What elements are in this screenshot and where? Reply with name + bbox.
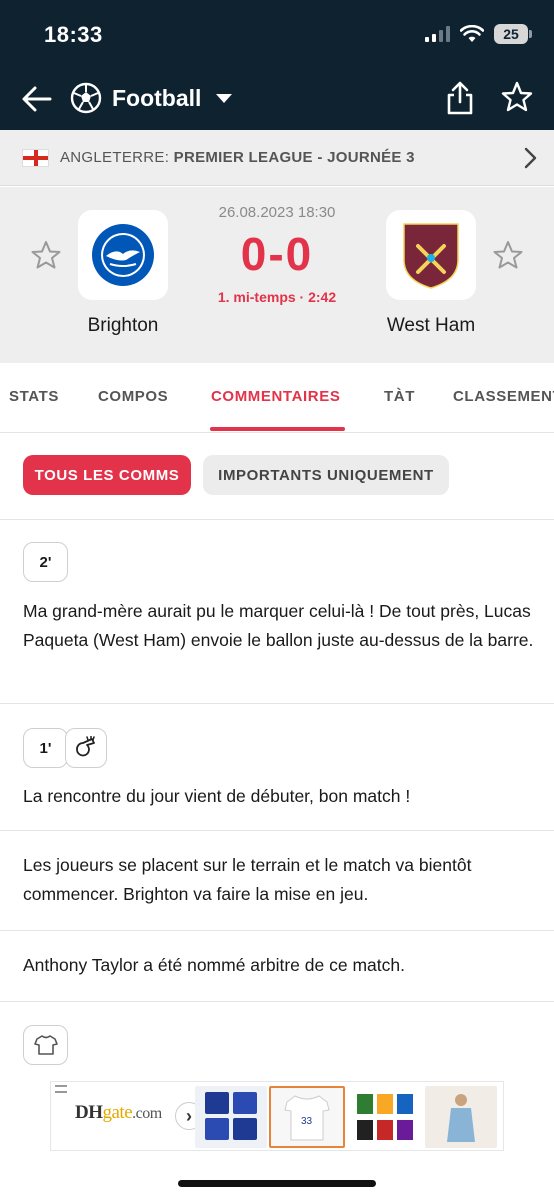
jersey-lineup-icon (23, 1025, 68, 1065)
cellular-signal-icon (425, 26, 450, 42)
share-icon[interactable] (444, 80, 476, 116)
comment-item: Les joueurs se placent sur le terrain et… (0, 831, 554, 931)
ad-brand-logo[interactable]: DHgate.com (75, 1102, 162, 1124)
tab-tat[interactable]: TÀT (384, 388, 415, 405)
match-header: Brighton 26.08.2023 18:30 0-0 1. mi-temp… (0, 187, 554, 363)
away-team-name[interactable]: West Ham (361, 315, 501, 337)
tab-compos[interactable]: COMPOS (98, 388, 168, 405)
chevron-right-icon[interactable] (520, 146, 540, 170)
comment-item: 2' Ma grand-mère aurait pu le marquer ce… (0, 520, 554, 704)
favorite-star-icon[interactable] (500, 80, 534, 114)
back-arrow-icon[interactable] (20, 82, 54, 116)
ad-banner[interactable]: DHgate.com › 33 (50, 1081, 504, 1151)
comment-text: Ma grand-mère aurait pu le marquer celui… (23, 601, 534, 650)
league-label: ANGLETERRE: PREMIER LEAGUE - JOURNÉE 3 (60, 149, 415, 166)
comment-minute: 2' (23, 542, 68, 582)
soccer-ball-icon[interactable] (70, 82, 102, 114)
home-indicator (178, 1180, 376, 1187)
comment-text: La rencontre du jour vient de débuter, b… (23, 786, 411, 806)
active-tab-indicator (210, 427, 345, 431)
filter-all-comments-button[interactable]: TOUS LES COMMS (23, 455, 191, 495)
comment-item (0, 1002, 554, 1082)
sport-selector-title[interactable]: Football (112, 85, 201, 112)
ad-product-thumbnail[interactable] (195, 1086, 267, 1148)
away-team-logo[interactable] (386, 210, 476, 300)
tab-classement[interactable]: CLASSEMENT (453, 388, 554, 405)
ad-product-thumbnail[interactable] (425, 1086, 497, 1148)
ad-product-thumbnail-selected[interactable]: 33 (269, 1086, 345, 1148)
filter-important-only-button[interactable]: IMPORTANTS UNIQUEMENT (203, 455, 449, 495)
brighton-crest-icon (92, 224, 154, 286)
match-date: 26.08.2023 18:30 (218, 204, 336, 221)
kickoff-whistle-icon (65, 728, 107, 768)
chevron-down-icon[interactable] (216, 94, 232, 103)
comment-text: Anthony Taylor a été nommé arbitre de ce… (23, 955, 405, 975)
comment-filters: TOUS LES COMMS IMPORTANTS UNIQUEMENT (0, 434, 554, 520)
comment-minute: 1' (23, 728, 68, 768)
battery-icon: 25 (494, 24, 532, 44)
match-status: 1. mi-temps · 2:42 (217, 289, 337, 305)
svg-text:33: 33 (301, 1116, 313, 1127)
comment-item: 1' La rencontre du jour vient de débuter… (0, 704, 554, 831)
wifi-icon (460, 25, 484, 42)
ad-marker-icon (55, 1085, 67, 1093)
match-score: 0-0 (240, 228, 314, 280)
tab-stats[interactable]: STATS (9, 388, 59, 405)
league-country: ANGLETERRE: (60, 149, 170, 166)
ad-product-thumbnail[interactable] (349, 1086, 421, 1148)
league-link[interactable]: ANGLETERRE: PREMIER LEAGUE - JOURNÉE 3 (0, 130, 554, 186)
match-tabs: STATS COMPOS COMMENTAIRES TÀT CLASSEMENT (0, 363, 554, 433)
away-team-favorite-star-icon[interactable] (492, 239, 524, 271)
status-icons: 25 (425, 24, 532, 44)
status-time: 18:33 (44, 22, 103, 47)
england-flag-icon (22, 149, 49, 167)
home-team-logo[interactable] (78, 210, 168, 300)
nav-row: Football (0, 76, 554, 122)
app-header: 18:33 25 Football (0, 0, 554, 130)
home-team-name[interactable]: Brighton (53, 315, 193, 337)
home-team-favorite-star-icon[interactable] (30, 239, 62, 271)
comment-text: Les joueurs se placent sur le terrain et… (23, 855, 472, 904)
west-ham-crest-icon (403, 223, 459, 289)
comment-item: Anthony Taylor a été nommé arbitre de ce… (0, 931, 554, 1002)
tab-commentaires[interactable]: COMMENTAIRES (211, 388, 340, 405)
league-competition: PREMIER LEAGUE - JOURNÉE 3 (173, 149, 415, 166)
